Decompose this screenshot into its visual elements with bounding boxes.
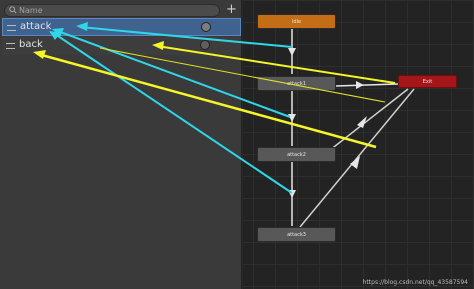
state-attack2[interactable]: attack2 [257,147,336,162]
state-attack3[interactable]: attack3 [257,227,336,242]
parameter-row-attack[interactable]: attack [2,18,241,36]
parameter-search-input[interactable]: Name [4,4,220,17]
drag-handle-icon[interactable] [6,43,15,49]
animator-graph[interactable] [243,0,474,289]
state-attack1[interactable]: attack1 [257,76,336,91]
watermark: https://blog.csdn.net/qq_43587594 [362,279,468,286]
parameter-name[interactable]: attack [20,20,51,34]
trigger-toggle[interactable] [201,22,211,32]
parameters-panel: Name + attack back [0,0,242,289]
add-parameter-button[interactable]: + [225,3,238,17]
trigger-toggle[interactable] [200,40,210,50]
search-placeholder: Name [19,6,43,15]
search-icon [9,6,17,14]
parameter-row-back[interactable]: back [2,37,241,55]
state-idle[interactable]: Idle [257,14,336,29]
parameter-name[interactable]: back [19,38,43,52]
state-exit[interactable]: Exit [398,75,457,88]
drag-handle-icon[interactable] [7,25,16,31]
